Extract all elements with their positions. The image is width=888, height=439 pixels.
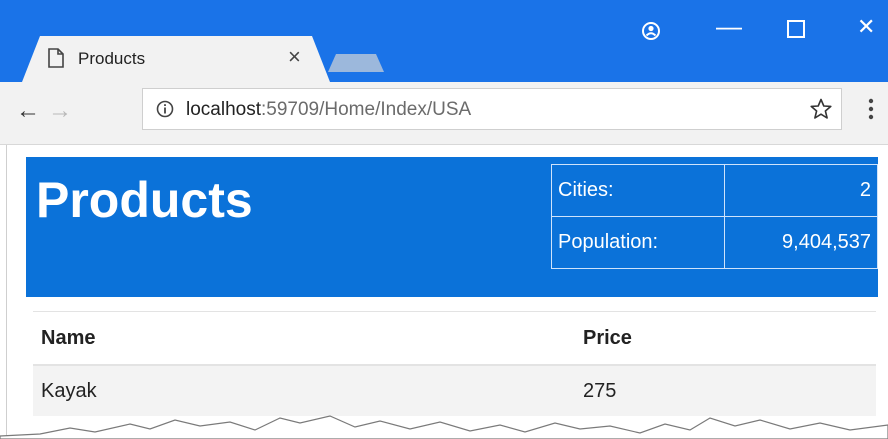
column-header-price: Price (575, 311, 876, 366)
maximize-icon[interactable] (787, 20, 805, 38)
page-title: Products (36, 172, 253, 228)
profile-icon[interactable] (642, 20, 660, 42)
star-icon[interactable] (810, 98, 832, 120)
summary-value: 9,404,537 (724, 216, 878, 269)
page-icon (48, 48, 64, 68)
menu-icon[interactable] (868, 98, 874, 120)
summary-row-population: Population: 9,404,537 (551, 216, 878, 269)
info-icon[interactable] (156, 100, 174, 118)
torn-edge (0, 415, 888, 439)
summary-value: 2 (724, 164, 878, 217)
forward-arrow-icon[interactable]: → (48, 97, 72, 125)
browser-tab[interactable] (22, 36, 330, 82)
summary-label: Cities: (551, 164, 725, 217)
url-host: localhost (186, 99, 261, 120)
summary-label: Population: (551, 216, 725, 269)
tab-close-icon[interactable]: × (288, 46, 301, 68)
close-icon[interactable]: ✕ (857, 16, 875, 38)
summary-row-cities: Cities: 2 (551, 164, 878, 217)
back-arrow-icon[interactable]: ← (16, 97, 40, 125)
table-header-row: Name Price (33, 311, 876, 366)
minimize-icon[interactable]: — (716, 13, 742, 39)
column-header-name: Name (33, 311, 575, 366)
summary-table: Cities: 2 Population: 9,404,537 (551, 164, 878, 269)
url-path: :59709/Home/Index/USA (261, 99, 472, 120)
tab-title: Products (78, 49, 146, 68)
new-tab-button[interactable] (328, 54, 384, 72)
url-text: localhost:59709/Home/Index/USA (186, 99, 471, 121)
viewport-edge (6, 145, 7, 439)
